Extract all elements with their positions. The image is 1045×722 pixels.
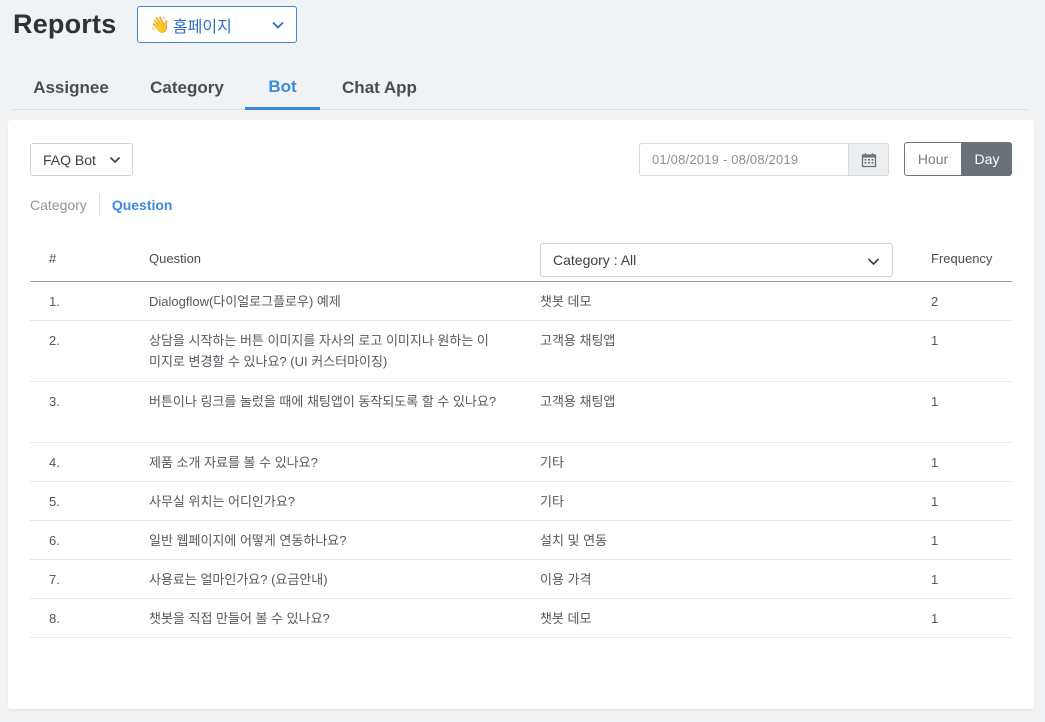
date-range-text: 01/08/2019 - 08/08/2019 <box>652 152 799 167</box>
row-frequency: 1 <box>931 611 939 626</box>
subtab-divider <box>98 194 100 216</box>
table-row[interactable]: 7. 사용료는 얼마인가요? (요금안내) 이용 가격 1 <box>30 560 1012 599</box>
table-row[interactable]: 6. 일반 웹페이지에 어떻게 연동하나요? 설치 및 연동 1 <box>30 521 1012 560</box>
row-question: 상담을 시작하는 버튼 이미지를 자사의 로고 이미지나 원하는 이미지로 변경… <box>149 333 489 369</box>
category-filter-dropdown[interactable]: Category : All <box>540 243 893 277</box>
category-filter-label: Category : All <box>553 252 637 268</box>
row-question: 챗봇을 직접 만들어 볼 수 있나요? <box>149 611 330 626</box>
row-number: 4. <box>49 455 60 470</box>
tab-bot[interactable]: Bot <box>245 66 320 110</box>
header-number: # <box>49 251 57 266</box>
row-number: 3. <box>49 394 60 409</box>
row-frequency: 1 <box>931 394 939 409</box>
date-range-picker[interactable]: 01/08/2019 - 08/08/2019 <box>639 143 889 176</box>
table-row[interactable]: 4. 제품 소개 자료를 볼 수 있나요? 기타 1 <box>30 443 1012 482</box>
row-question: 제품 소개 자료를 볼 수 있나요? <box>149 455 318 470</box>
table-row[interactable]: 2. 상담을 시작하는 버튼 이미지를 자사의 로고 이미지나 원하는 이미지로… <box>30 321 1012 382</box>
table-row[interactable]: 3. 버튼이나 링크를 눌렀을 때에 채팅앱이 동작되도록 할 수 있나요? 고… <box>30 382 1012 443</box>
header-question: Question <box>149 251 202 266</box>
table-header: # Question Category : All Frequency <box>30 240 1012 282</box>
header-frequency: Frequency <box>931 251 993 266</box>
table-row[interactable]: 1. Dialogflow(다이얼로그플로우) 예제 챗봇 데모 2 <box>30 282 1012 321</box>
report-card: FAQ Bot 01/08/2019 - 08/08/2019 Hour Day… <box>8 120 1034 709</box>
tab-category[interactable]: Category <box>140 66 234 109</box>
hour-button[interactable]: Hour <box>904 142 962 176</box>
site-select-label: 홈페이지 <box>172 18 232 36</box>
row-number: 1. <box>49 294 60 309</box>
day-button[interactable]: Day <box>962 142 1012 176</box>
table-row[interactable]: 8. 챗봇을 직접 만들어 볼 수 있나요? 챗봇 데모 1 <box>30 599 1012 638</box>
tab-assignee[interactable]: Assignee <box>12 66 130 109</box>
row-question: 일반 웹페이지에 어떻게 연동하나요? <box>149 533 347 548</box>
sub-tabs: Category Question <box>30 193 172 217</box>
row-frequency: 1 <box>931 455 939 470</box>
question-table: # Question Category : All Frequency 1. D… <box>30 240 1012 638</box>
tab-chat-app[interactable]: Chat App <box>332 66 427 109</box>
row-number: 5. <box>49 494 60 509</box>
row-category: 고객용 채팅앱 <box>540 333 616 348</box>
subtab-question[interactable]: Question <box>112 197 173 213</box>
row-number: 8. <box>49 611 60 626</box>
row-question: 버튼이나 링크를 눌렀을 때에 채팅앱이 동작되도록 할 수 있나요? <box>149 394 497 409</box>
waving-hand-icon: 👋 <box>150 16 170 34</box>
row-frequency: 1 <box>931 494 939 509</box>
row-question: 사용료는 얼마인가요? (요금안내) <box>149 572 328 587</box>
row-frequency: 2 <box>931 294 939 309</box>
subtab-category[interactable]: Category <box>30 197 87 213</box>
row-category: 기타 <box>540 455 564 470</box>
calendar-button[interactable] <box>848 144 888 175</box>
row-question: Dialogflow(다이얼로그플로우) 예제 <box>149 294 341 309</box>
row-number: 6. <box>49 533 60 548</box>
row-number: 2. <box>49 333 60 348</box>
row-category: 이용 가격 <box>540 572 592 587</box>
calendar-icon <box>861 152 876 167</box>
report-tabs: Assignee Category Bot Chat App <box>12 66 1028 110</box>
header: Reports 👋 홈페이지 <box>0 0 1045 60</box>
bot-select-label: FAQ Bot <box>43 151 96 168</box>
row-category: 챗봇 데모 <box>540 294 592 309</box>
site-select-dropdown[interactable]: 👋 홈페이지 <box>137 6 297 43</box>
table-row[interactable]: 5. 사무실 위치는 어디인가요? 기타 1 <box>30 482 1012 521</box>
granularity-toggle: Hour Day <box>904 142 1012 176</box>
page-title: Reports <box>13 9 117 39</box>
row-question: 사무실 위치는 어디인가요? <box>149 494 296 509</box>
row-frequency: 1 <box>931 533 939 548</box>
row-category: 기타 <box>540 494 564 509</box>
row-category: 챗봇 데모 <box>540 611 592 626</box>
row-number: 7. <box>49 572 60 587</box>
chevron-down-icon <box>272 21 284 29</box>
chevron-down-icon <box>109 156 121 164</box>
row-category: 고객용 채팅앱 <box>540 394 616 409</box>
row-category: 설치 및 연동 <box>540 533 608 548</box>
chevron-down-icon <box>867 258 880 266</box>
bot-select-dropdown[interactable]: FAQ Bot <box>30 143 133 176</box>
row-frequency: 1 <box>931 333 939 348</box>
row-frequency: 1 <box>931 572 939 587</box>
